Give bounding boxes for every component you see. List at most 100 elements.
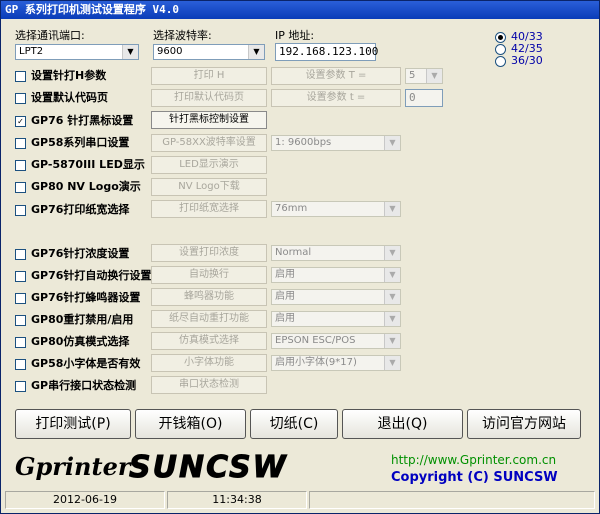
- chevron-down-icon[interactable]: ▼: [384, 312, 400, 326]
- checkbox-emulation[interactable]: GP80仿真模式选择: [15, 335, 129, 348]
- checkbox-icon[interactable]: [15, 358, 26, 370]
- set-t-small-button[interactable]: 设置参数 t =: [271, 89, 401, 107]
- chevron-down-icon[interactable]: ▼: [384, 202, 400, 216]
- checkbox-icon[interactable]: [15, 92, 26, 104]
- baud-set-button[interactable]: GP-58XX波特率设置: [151, 134, 267, 152]
- chevron-down-icon[interactable]: ▼: [426, 69, 442, 83]
- baud-select[interactable]: 9600 ▼: [153, 44, 265, 60]
- checkbox-icon[interactable]: [15, 270, 26, 282]
- emulation-button[interactable]: 仿真模式选择: [151, 332, 267, 350]
- checkbox-icon[interactable]: [15, 137, 26, 149]
- checkbox-icon[interactable]: [15, 314, 26, 326]
- reprint-value: 启用: [275, 313, 295, 324]
- led-demo-button[interactable]: LED显示演示: [151, 156, 267, 174]
- checkbox-icon[interactable]: [15, 181, 26, 193]
- buzzer-value: 启用: [275, 291, 295, 302]
- serial-baud-select[interactable]: 1: 9600bps ▼: [271, 135, 401, 151]
- t-value: 5: [409, 70, 416, 81]
- chevron-down-icon[interactable]: ▼: [384, 246, 400, 260]
- website-link[interactable]: http://www.Gprinter.com.cn: [391, 453, 556, 467]
- t-select[interactable]: 5 ▼: [405, 68, 443, 84]
- checkbox-label: 设置默认代码页: [31, 91, 108, 104]
- checkbox-density[interactable]: GP76针打浓度设置: [15, 247, 129, 260]
- nv-logo-button[interactable]: NV Logo下载: [151, 178, 267, 196]
- chevron-down-icon[interactable]: ▼: [384, 136, 400, 150]
- exit-button[interactable]: 退出(Q): [342, 409, 463, 439]
- chevron-down-icon[interactable]: ▼: [122, 45, 138, 59]
- radio-icon[interactable]: [495, 43, 506, 55]
- chevron-down-icon[interactable]: ▼: [248, 45, 264, 59]
- checkbox-serial[interactable]: GP58系列串口设置: [15, 136, 129, 149]
- radio-selected-icon[interactable]: [495, 31, 506, 43]
- checkbox-autowrap[interactable]: GP76针打自动换行设置: [15, 269, 151, 282]
- chevron-down-icon[interactable]: ▼: [384, 356, 400, 370]
- emulation-select[interactable]: EPSON ESC/POS ▼: [271, 333, 401, 349]
- set-t-button[interactable]: 设置参数 T =: [271, 67, 401, 85]
- checkbox-serial-status[interactable]: GP串行接口状态检测: [15, 379, 136, 392]
- copyright-text: Copyright (C) SUNCSW: [391, 470, 558, 485]
- checkbox-buzzer[interactable]: GP76针打蜂鸣器设置: [15, 291, 140, 304]
- svg-text:SUNCSW: SUNCSW: [129, 450, 288, 482]
- print-test-button[interactable]: 打印测试(P): [15, 409, 131, 439]
- density-button[interactable]: 设置打印浓度: [151, 244, 267, 262]
- density-select[interactable]: Normal ▼: [271, 245, 401, 261]
- checkbox-nv-logo[interactable]: GP80 NV Logo演示: [15, 180, 141, 193]
- checkbox-icon[interactable]: [15, 292, 26, 304]
- checkbox-icon[interactable]: [15, 380, 26, 392]
- checkbox-icon[interactable]: [15, 70, 26, 82]
- window-title: GP 系列打印机测试设置程序 V4.0: [5, 3, 179, 16]
- checkbox-icon[interactable]: [15, 204, 26, 216]
- checkbox-small-font[interactable]: GP58小字体是否有效: [15, 357, 140, 370]
- radio-36-30[interactable]: 36/30: [495, 54, 543, 67]
- checkbox-icon[interactable]: [15, 336, 26, 348]
- ip-input[interactable]: 192.168.123.100: [275, 43, 378, 61]
- autowrap-select[interactable]: 启用 ▼: [271, 267, 401, 283]
- title-bar: GP 系列打印机测试设置程序 V4.0: [1, 1, 599, 19]
- density-value: Normal: [275, 247, 312, 258]
- chevron-down-icon[interactable]: ▼: [384, 334, 400, 348]
- port-select[interactable]: LPT2 ▼: [15, 44, 139, 60]
- small-font-value: 启用小字体(9*17): [275, 357, 357, 368]
- checkbox-icon[interactable]: [15, 248, 26, 260]
- small-font-select[interactable]: 启用小字体(9*17) ▼: [271, 355, 401, 371]
- serial-baud-value: 1: 9600bps: [275, 137, 332, 148]
- reprint-select[interactable]: 启用 ▼: [271, 311, 401, 327]
- checkbox-label: GP58小字体是否有效: [31, 357, 141, 370]
- print-h-button[interactable]: 打印 H: [151, 67, 267, 85]
- chevron-down-icon[interactable]: ▼: [384, 290, 400, 304]
- checkbox-label: GP80重打禁用/启用: [31, 313, 134, 326]
- checkbox-label: GP串行接口状态检测: [31, 379, 137, 392]
- buzzer-button[interactable]: 蜂鸣器功能: [151, 288, 267, 306]
- checkbox-label: GP76 针打黑标设置: [31, 114, 134, 127]
- autowrap-button[interactable]: 自动换行: [151, 266, 267, 284]
- print-codepage-button[interactable]: 打印默认代码页: [151, 89, 267, 107]
- checkbox-black-mark[interactable]: ✓ GP76 针打黑标设置: [15, 114, 133, 127]
- checkbox-checked-icon[interactable]: ✓: [15, 115, 26, 127]
- website-button[interactable]: 访问官方网站: [467, 409, 581, 439]
- paper-width-select[interactable]: 76mm ▼: [271, 201, 401, 217]
- checkbox-led[interactable]: GP-5870III LED显示: [15, 158, 145, 171]
- chevron-down-icon[interactable]: ▼: [384, 268, 400, 282]
- checkbox-label: GP76针打自动换行设置: [31, 269, 152, 282]
- serial-status-button[interactable]: 串口状态检测: [151, 376, 267, 394]
- autowrap-value: 启用: [275, 269, 295, 280]
- checkbox-label: GP80 NV Logo演示: [31, 180, 141, 193]
- emulation-value: EPSON ESC/POS: [275, 335, 356, 346]
- checkbox-label: GP-5870III LED显示: [31, 158, 145, 171]
- baud-value: 9600: [157, 46, 183, 57]
- small-font-button[interactable]: 小字体功能: [151, 354, 267, 372]
- buzzer-select[interactable]: 启用 ▼: [271, 289, 401, 305]
- reprint-button[interactable]: 纸尽自动重打功能: [151, 310, 267, 328]
- paper-width-button[interactable]: 打印纸宽选择: [151, 200, 267, 218]
- t-input[interactable]: 0: [405, 89, 443, 107]
- cut-paper-button[interactable]: 切纸(C): [250, 409, 338, 439]
- gprinter-suncsw-logo: Gprinter SUNCSW: [15, 450, 288, 483]
- radio-icon[interactable]: [495, 55, 506, 67]
- checkbox-reprint[interactable]: GP80重打禁用/启用: [15, 313, 133, 326]
- checkbox-codepage[interactable]: 设置默认代码页: [15, 91, 108, 104]
- checkbox-paper-width[interactable]: GP76打印纸宽选择: [15, 203, 129, 216]
- cash-drawer-button[interactable]: 开钱箱(O): [135, 409, 246, 439]
- checkbox-dot-h[interactable]: 设置针打H参数: [15, 69, 106, 82]
- black-mark-button[interactable]: 针打黑标控制设置: [151, 111, 267, 129]
- checkbox-icon[interactable]: [15, 159, 26, 171]
